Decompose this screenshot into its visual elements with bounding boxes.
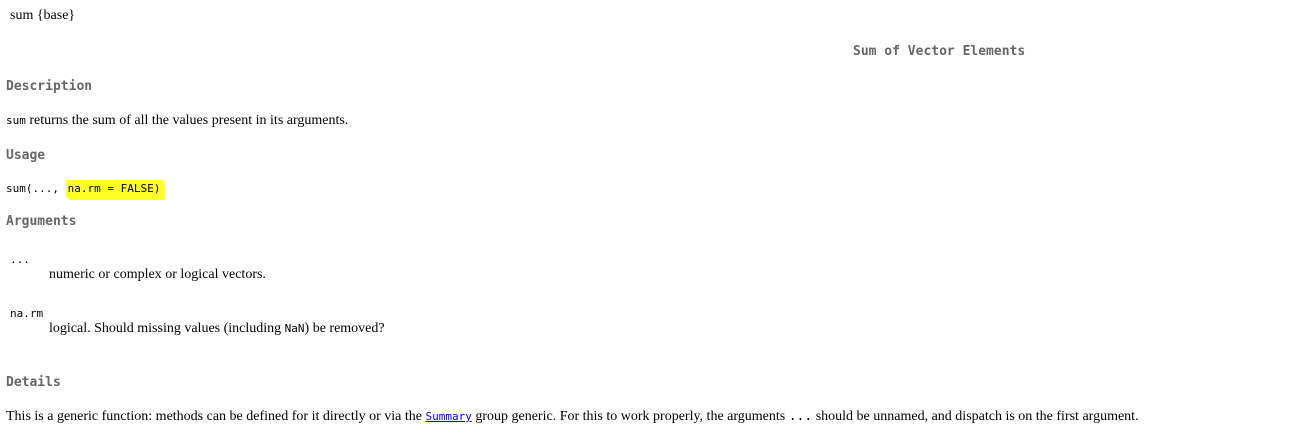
argument-name-dots: ... — [10, 253, 30, 266]
description-heading: Description — [6, 79, 93, 94]
description-code: sum — [6, 114, 26, 127]
argument-name-na-rm: na.rm — [10, 307, 44, 320]
argument-desc-dots: numeric or complex or logical vectors. — [49, 267, 266, 283]
topic-header: sum {base} — [10, 8, 76, 23]
details-heading: Details — [6, 375, 61, 390]
usage-code: sum(..., na.rm = FALSE) — [6, 180, 165, 198]
usage-code-highlight: na.rm = FALSE) — [65, 180, 165, 198]
details-code-dots: ... — [788, 409, 813, 424]
details-text-before: This is a generic function: methods can … — [6, 409, 426, 424]
argument-desc-na-rm-code: NaN — [284, 322, 305, 335]
argument-desc-na-rm: logical. Should missing values (includin… — [49, 321, 385, 337]
description-body: returns the sum of all the values presen… — [25, 113, 349, 128]
argument-desc-na-rm-after: ) be removed? — [304, 321, 385, 336]
details-text: This is a generic function: methods can … — [6, 409, 1139, 425]
description-text: sum returns the sum of all the values pr… — [6, 113, 348, 129]
usage-code-prefix: sum(..., — [6, 182, 66, 195]
arguments-heading: Arguments — [6, 214, 77, 229]
usage-heading: Usage — [6, 148, 46, 163]
details-text-after: should be unnamed, and dispatch is on th… — [812, 409, 1139, 424]
summary-link[interactable]: Summary — [425, 410, 471, 423]
page-title: Sum of Vector Elements — [853, 44, 1026, 59]
argument-desc-dots-text: numeric or complex or logical vectors. — [49, 267, 266, 282]
details-text-middle: group generic. For this to work properly… — [471, 409, 789, 424]
argument-desc-na-rm-before: logical. Should missing values (includin… — [49, 321, 285, 336]
